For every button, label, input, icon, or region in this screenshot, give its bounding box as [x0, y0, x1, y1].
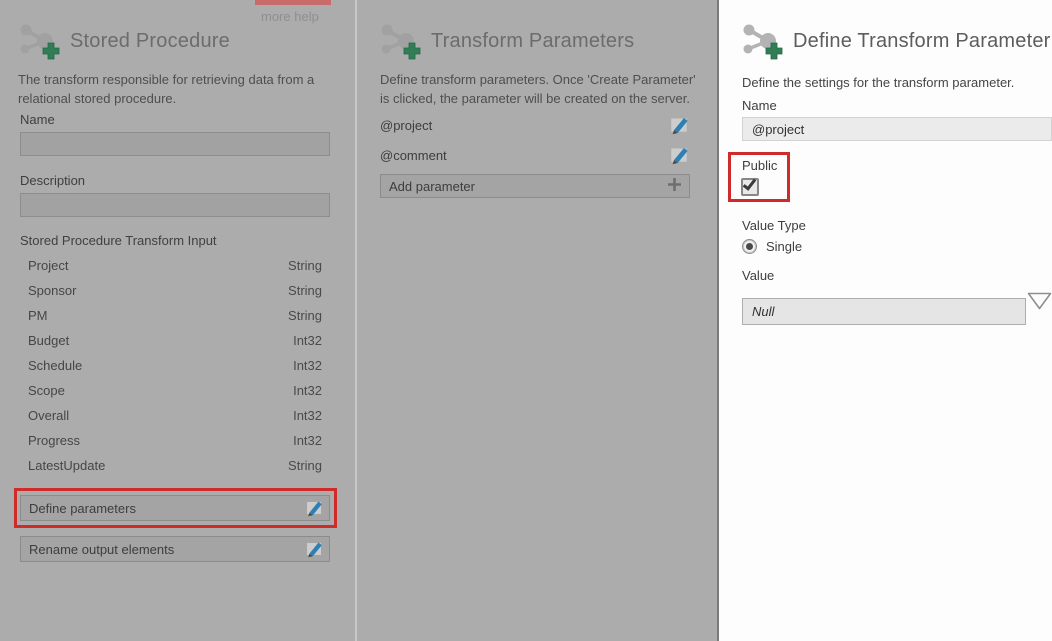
- table-row: Progress Int32: [20, 428, 322, 453]
- description-input[interactable]: [20, 193, 330, 217]
- name-input[interactable]: [20, 132, 330, 156]
- checkmark-icon: [743, 176, 757, 191]
- name-label: Name: [20, 112, 55, 127]
- rename-output-elements-label: Rename output elements: [29, 542, 174, 557]
- transform-input-list-title: Stored Procedure Transform Input: [20, 233, 217, 248]
- table-row: Budget Int32: [20, 328, 322, 353]
- panel-title: Stored Procedure: [70, 30, 230, 53]
- input-type: Int32: [293, 383, 322, 398]
- table-row: Scope Int32: [20, 378, 322, 403]
- input-type: Int32: [293, 358, 322, 373]
- plus-icon: [667, 177, 682, 195]
- edit-pencil-icon[interactable]: [668, 113, 690, 138]
- parameter-name: @comment: [380, 148, 447, 163]
- table-row: Project String: [20, 253, 322, 278]
- transform-input-list: Project String Sponsor String PM String Bud…: [20, 253, 322, 478]
- table-row: Schedule Int32: [20, 353, 322, 378]
- radio-single-label: Single: [766, 239, 802, 254]
- list-item: @comment: [380, 143, 690, 167]
- edit-pencil-icon[interactable]: [668, 143, 690, 168]
- name-label: Name: [742, 98, 777, 113]
- table-row: LatestUpdate String: [20, 453, 322, 478]
- panel-header: Define Transform Parameter: [739, 20, 1051, 63]
- input-name: Overall: [28, 408, 69, 423]
- transform-add-icon: [739, 20, 785, 63]
- annotation-top-bar: [255, 0, 331, 5]
- description-label: Description: [20, 173, 85, 188]
- edit-pencil-icon: [304, 538, 324, 561]
- transform-add-icon: [377, 20, 423, 63]
- input-name: Progress: [28, 433, 80, 448]
- input-type: Int32: [293, 433, 322, 448]
- panel-description: Define the settings for the transform pa…: [742, 74, 1047, 93]
- stored-procedure-panel: more help Stored Procedure The transform…: [0, 0, 356, 641]
- input-type: String: [288, 308, 322, 323]
- list-item: @project: [380, 113, 690, 137]
- edit-pencil-icon: [304, 497, 324, 520]
- input-name: PM: [28, 308, 48, 323]
- value-type-option-single: Single: [742, 239, 802, 254]
- panel-description: The transform responsible for retrieving…: [18, 71, 344, 109]
- parameter-name-input[interactable]: [742, 117, 1052, 141]
- input-name: Sponsor: [28, 283, 76, 298]
- table-row: Overall Int32: [20, 403, 322, 428]
- radio-single[interactable]: [742, 239, 757, 254]
- transform-parameters-panel: Transform Parameters Define transform pa…: [356, 0, 717, 641]
- input-name: Scope: [28, 383, 65, 398]
- panel-title: Define Transform Parameter: [793, 30, 1051, 53]
- value-text: Null: [752, 304, 774, 319]
- table-row: PM String: [20, 303, 322, 328]
- add-parameter-label: Add parameter: [389, 179, 475, 194]
- input-name: Project: [28, 258, 68, 273]
- public-checkbox[interactable]: [741, 178, 759, 196]
- input-type: String: [288, 458, 322, 473]
- input-name: LatestUpdate: [28, 458, 105, 473]
- panel-title: Transform Parameters: [431, 30, 634, 53]
- input-type: String: [288, 258, 322, 273]
- define-parameters-label: Define parameters: [29, 501, 136, 516]
- add-parameter-button[interactable]: Add parameter: [380, 174, 690, 198]
- input-type: String: [288, 283, 322, 298]
- public-label: Public: [742, 158, 777, 173]
- define-parameters-button[interactable]: Define parameters: [20, 495, 330, 521]
- input-name: Schedule: [28, 358, 82, 373]
- value-dropdown-input[interactable]: Null: [742, 298, 1026, 325]
- define-transform-parameter-panel: Define Transform Parameter Define the se…: [717, 0, 1052, 641]
- value-label: Value: [742, 268, 774, 283]
- input-type: Int32: [293, 408, 322, 423]
- panel-description: Define transform parameters. Once 'Creat…: [380, 71, 698, 109]
- input-name: Budget: [28, 333, 69, 348]
- more-help-link[interactable]: more help: [261, 9, 319, 24]
- table-row: Sponsor String: [20, 278, 322, 303]
- app-window: more help Stored Procedure The transform…: [0, 0, 1052, 641]
- panel-header: Transform Parameters: [377, 20, 634, 63]
- transform-add-icon: [16, 20, 62, 63]
- rename-output-elements-button[interactable]: Rename output elements: [20, 536, 330, 562]
- panel-header: Stored Procedure: [16, 20, 230, 63]
- dropdown-triangle-icon[interactable]: [1027, 292, 1052, 313]
- radio-dot: [746, 243, 753, 250]
- parameter-name: @project: [380, 118, 432, 133]
- input-type: Int32: [293, 333, 322, 348]
- value-type-label: Value Type: [742, 218, 806, 233]
